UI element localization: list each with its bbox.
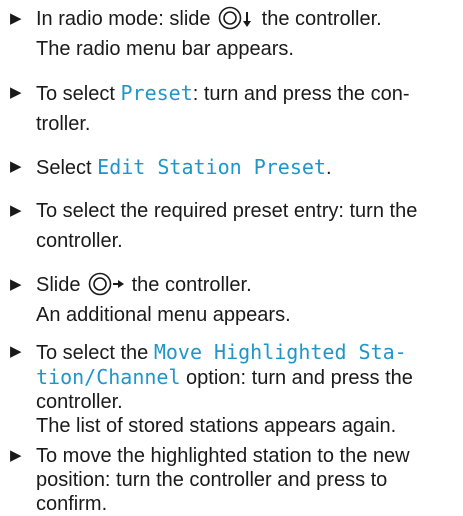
step-5-result: An additional menu appears.: [36, 304, 291, 326]
step-1: ▶ In radio mode: slide the controller. T…: [10, 4, 455, 64]
step-2: ▶ To select Preset: turn and press the c…: [10, 78, 455, 139]
step-5-text-end: the controller.: [126, 274, 252, 296]
bullet-icon: ▶: [10, 10, 22, 27]
step-2-line-2: troller.: [36, 113, 91, 135]
step-6-text: To select the: [36, 342, 154, 364]
step-4-line-2: controller.: [36, 230, 123, 252]
step-4-line-1: To select the required preset entry: tur…: [36, 200, 418, 222]
menu-item-move-highlighted-part-2: tion/Channel: [36, 365, 181, 389]
step-6-result: The list of stored stations appears agai…: [36, 415, 397, 437]
step-2-line-1: To select Preset: turn and press the con…: [36, 78, 455, 109]
step-5: ▶ Slide the controller. An additional me…: [10, 270, 455, 330]
step-7: ▶ To move the highlighted station to the…: [10, 444, 455, 516]
step-6-line-1: To select the Move Highlighted Sta-: [36, 340, 455, 365]
bullet-icon: ▶: [10, 202, 22, 219]
step-7-line-2: position: turn the controller and press …: [36, 469, 388, 491]
step-1-result: The radio menu bar appears.: [36, 38, 294, 60]
step-3-line-1: Select Edit Station Preset.: [36, 152, 455, 183]
step-2-text-end: : turn and press the con-: [192, 83, 410, 105]
step-1-text: In radio mode: slide: [36, 8, 217, 30]
bullet-icon: ▶: [10, 276, 22, 293]
menu-item-move-highlighted-part-1: Move Highlighted Sta-: [153, 340, 407, 364]
controller-slide-down-icon: [218, 6, 252, 30]
step-1-line-1: In radio mode: slide the controller.: [36, 4, 455, 34]
step-4: ▶ To select the required preset entry: t…: [10, 196, 455, 256]
step-6: ▶ To select the Move Highlighted Sta- ti…: [10, 340, 455, 438]
instruction-document: ▶ In radio mode: slide the controller. T…: [0, 0, 463, 515]
step-6-line-3: controller.: [36, 391, 123, 413]
step-5-line-1: Slide the controller.: [36, 270, 455, 300]
step-6-line-2: tion/Channel option: turn and press the: [36, 365, 455, 390]
bullet-icon: ▶: [10, 84, 22, 101]
step-1-text-end: the controller.: [256, 8, 382, 30]
step-3-text-end: .: [325, 157, 332, 179]
step-7-line-3: confirm.: [36, 493, 108, 515]
step-5-text: Slide: [36, 274, 87, 296]
step-2-text: To select: [36, 83, 121, 105]
bullet-icon: ▶: [10, 447, 22, 464]
bullet-icon: ▶: [10, 158, 22, 175]
step-3: ▶ Select Edit Station Preset.: [10, 152, 455, 183]
menu-item-preset: Preset: [120, 81, 193, 105]
step-7-line-1: To move the highlighted station to the n…: [36, 445, 410, 467]
bullet-icon: ▶: [10, 343, 22, 360]
menu-item-edit-station-preset: Edit Station Preset: [97, 155, 326, 179]
controller-slide-right-icon: [88, 272, 125, 296]
step-6-text-end: option: turn and press the: [180, 367, 413, 389]
step-3-text: Select: [36, 157, 98, 179]
